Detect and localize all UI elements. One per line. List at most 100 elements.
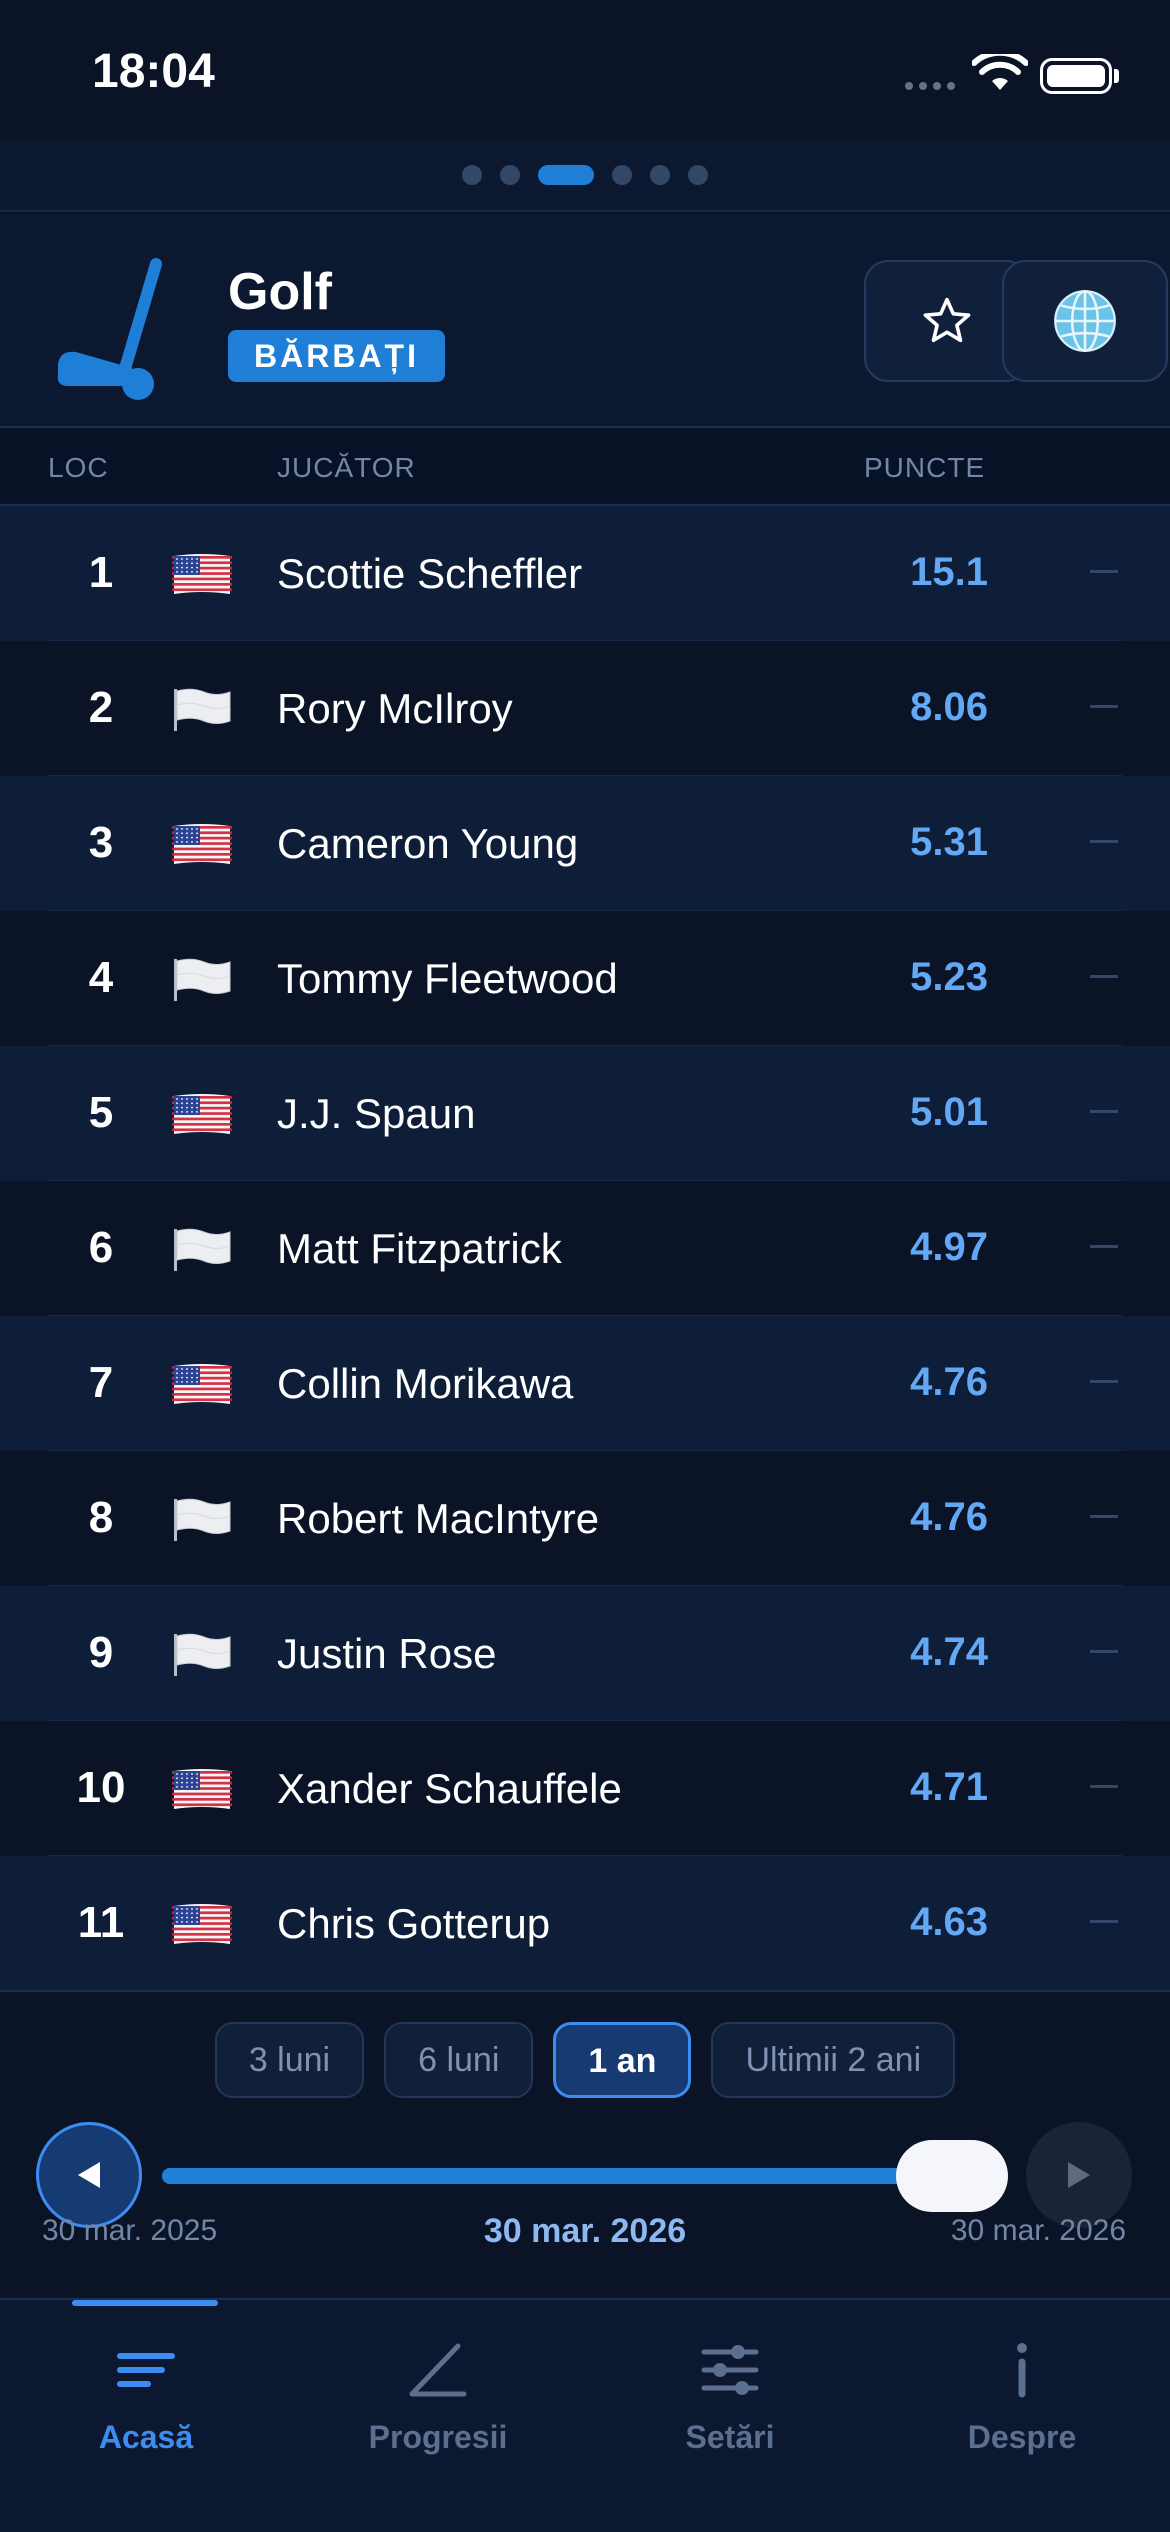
range-options: 3 luni 6 luni 1 an Ultimii 2 ani — [0, 2022, 1170, 2098]
page-dot[interactable] — [688, 165, 708, 185]
player-name: Matt Fitzpatrick — [277, 1225, 562, 1272]
player-points: 4.63 — [910, 1900, 988, 1944]
range-6-months[interactable]: 6 luni — [384, 2022, 534, 2098]
player-points: 4.76 — [910, 1360, 988, 1404]
ranking-list: 1 Scottie Scheffler 15.1 2 Rory McIlroy … — [0, 506, 1170, 1991]
row-rank: 11 — [77, 1898, 125, 1947]
table-row[interactable]: 11 Chris Gotterup 4.63 — [0, 1856, 1170, 1991]
tab-settings[interactable]: Setări — [584, 2340, 876, 2460]
page-dot-active[interactable] — [538, 165, 594, 185]
sport-title: Golf — [228, 263, 332, 321]
trend-indicator — [1090, 1110, 1118, 1113]
star-icon — [923, 297, 971, 343]
row-rank: 1 — [88, 548, 114, 597]
page-indicator[interactable] — [0, 140, 1170, 212]
battery-tip — [1114, 69, 1119, 83]
player-name: Chris Gotterup — [277, 1900, 551, 1947]
player-points: 4.97 — [910, 1225, 988, 1269]
us-flag-icon — [172, 1094, 232, 1134]
row-rank: 6 — [88, 1223, 114, 1272]
region-button[interactable] — [1002, 260, 1168, 382]
player-name: Tommy Fleetwood — [277, 955, 618, 1002]
range-1-year[interactable]: 1 an — [553, 2022, 692, 2098]
page-dot[interactable] — [500, 165, 520, 185]
table-row[interactable]: 1 Scottie Scheffler 15.1 — [0, 506, 1170, 641]
tab-bar: Acasă Progresii Setări Despre — [0, 2298, 1170, 2532]
home-list-icon — [117, 2353, 175, 2387]
table-row[interactable]: 6 Matt Fitzpatrick 4.97 — [0, 1181, 1170, 1316]
date-slider-track[interactable] — [162, 2168, 1008, 2184]
player-points: 5.01 — [910, 1090, 988, 1134]
status-time: 18:04 — [92, 45, 215, 98]
sport-header: Golf BĂRBAȚI — [0, 214, 1170, 428]
tab-about[interactable]: Despre — [876, 2340, 1168, 2460]
golf-club-icon — [57, 258, 162, 400]
table-row[interactable]: 10 Xander Schauffele 4.71 — [0, 1721, 1170, 1856]
info-icon — [1017, 2343, 1027, 2398]
tab-about-label: Despre — [967, 2419, 1077, 2455]
player-points: 15.1 — [910, 550, 988, 594]
us-flag-icon — [172, 1769, 232, 1809]
table-row[interactable]: 8 Robert MacIntyre 4.76 — [0, 1451, 1170, 1586]
column-rank: LOC — [48, 452, 109, 483]
table-row[interactable]: 5 J.J. Spaun 5.01 — [0, 1046, 1170, 1181]
range-3-months[interactable]: 3 luni — [214, 2022, 365, 2098]
player-points: 4.76 — [910, 1495, 988, 1539]
trend-indicator — [1090, 1245, 1118, 1248]
table-row[interactable]: 2 Rory McIlroy 8.06 — [0, 641, 1170, 776]
row-rank: 2 — [88, 683, 114, 732]
tab-settings-label: Setări — [685, 2419, 775, 2455]
player-points: 4.71 — [910, 1765, 988, 1809]
us-flag-icon — [172, 1364, 232, 1404]
page-dot[interactable] — [462, 165, 482, 185]
play-icon — [1068, 2162, 1090, 2188]
range-end-date: 30 mar. 2026 — [950, 2214, 1126, 2247]
battery-icon — [1040, 58, 1112, 94]
white-flag-icon — [174, 688, 231, 731]
table-header: LOC JUCĂTOR PUNCTE — [0, 428, 1170, 506]
globe-icon — [1054, 289, 1116, 353]
page-dot[interactable] — [612, 165, 632, 185]
table-row[interactable]: 7 Collin Morikawa 4.76 — [0, 1316, 1170, 1451]
trend-indicator — [1090, 570, 1118, 573]
page-dot[interactable] — [650, 165, 670, 185]
trend-indicator — [1090, 1380, 1118, 1383]
progress-chart-icon — [409, 2343, 467, 2397]
trend-indicator — [1090, 975, 1118, 978]
white-flag-icon — [174, 1228, 231, 1271]
time-range-panel: 3 luni 6 luni 1 an Ultimii 2 ani 30 mar.… — [0, 1990, 1170, 2300]
player-name: Collin Morikawa — [277, 1360, 574, 1407]
settings-sliders-icon — [701, 2345, 759, 2395]
date-slider-thumb[interactable] — [896, 2140, 1008, 2212]
player-name: Cameron Young — [277, 820, 579, 867]
status-bar: 18:04 — [0, 0, 1170, 140]
player-name: Robert MacIntyre — [277, 1495, 600, 1542]
tab-progress[interactable]: Progresii — [292, 2340, 584, 2460]
table-row[interactable]: 9 Justin Rose 4.74 — [0, 1586, 1170, 1721]
category-badge: BĂRBAȚI — [228, 330, 445, 382]
range-last-2-years[interactable]: Ultimii 2 ani — [711, 2022, 956, 2098]
play-reverse-icon — [78, 2162, 100, 2188]
player-points: 5.23 — [910, 955, 988, 999]
white-flag-icon — [174, 1633, 231, 1676]
table-row[interactable]: 4 Tommy Fleetwood 5.23 — [0, 911, 1170, 1046]
row-rank: 7 — [88, 1358, 114, 1407]
trend-indicator — [1090, 1785, 1118, 1788]
column-points: PUNCTE — [864, 452, 986, 483]
table-row[interactable]: 3 Cameron Young 5.31 — [0, 776, 1170, 911]
tab-home-label: Acasă — [98, 2419, 194, 2455]
trend-indicator — [1090, 840, 1118, 843]
active-tab-indicator — [72, 2300, 218, 2306]
player-points: 8.06 — [910, 685, 988, 729]
wifi-icon — [972, 54, 1028, 90]
player-name: J.J. Spaun — [277, 1090, 476, 1137]
trend-indicator — [1090, 705, 1118, 708]
cellular-signal-icon — [905, 82, 955, 90]
row-rank: 3 — [88, 818, 114, 867]
trend-indicator — [1090, 1515, 1118, 1518]
us-flag-icon — [172, 824, 232, 864]
trend-indicator — [1090, 1650, 1118, 1653]
trend-indicator — [1090, 1920, 1118, 1923]
player-name: Rory McIlroy — [277, 685, 513, 732]
tab-home[interactable]: Acasă — [0, 2340, 292, 2460]
